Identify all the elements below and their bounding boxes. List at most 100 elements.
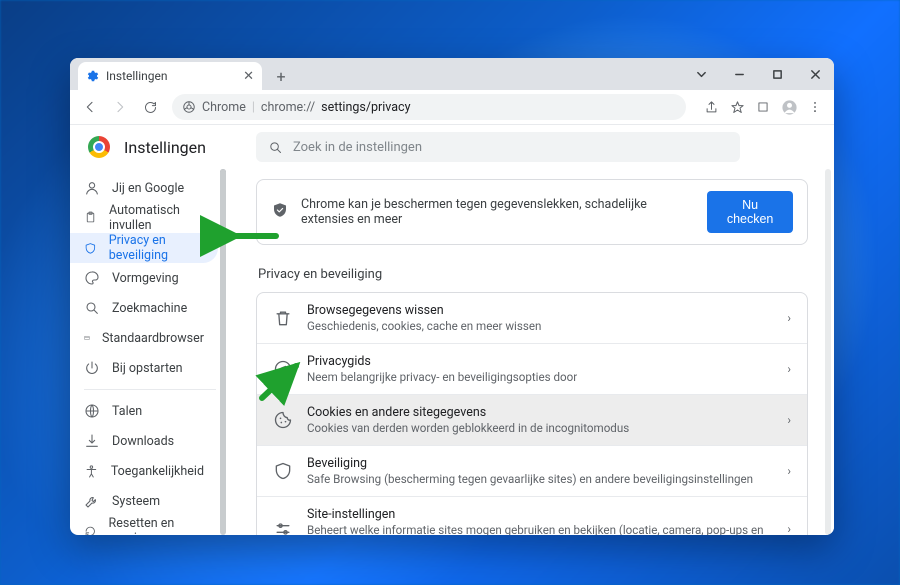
row-subtitle: Cookies van derden worden geblokkeerd in… bbox=[307, 421, 773, 435]
sidebar-item-on-startup[interactable]: Bij opstarten bbox=[70, 353, 218, 383]
row-security[interactable]: BeveiligingSafe Browsing (bescherming te… bbox=[257, 445, 807, 496]
check-now-button[interactable]: Nu checken bbox=[707, 191, 793, 233]
row-title: Cookies en andere sitegegevens bbox=[307, 405, 773, 420]
browser-toolbar: Chrome | chrome://settings/privacy bbox=[70, 90, 834, 125]
chrome-logo-icon bbox=[88, 136, 110, 158]
chevron-right-icon: › bbox=[787, 413, 791, 427]
sidebar-item-languages[interactable]: Talen bbox=[70, 396, 218, 426]
wrench-icon bbox=[84, 493, 100, 509]
gear-icon bbox=[86, 69, 100, 83]
download-icon bbox=[84, 433, 100, 449]
settings-search[interactable]: Zoek in de instellingen bbox=[256, 132, 740, 162]
sidebar-item-system[interactable]: Systeem bbox=[70, 486, 218, 516]
chevron-right-icon: › bbox=[787, 522, 791, 535]
titlebar: Instellingen ✕ + bbox=[70, 58, 834, 90]
browser-icon bbox=[84, 330, 90, 346]
compass-icon bbox=[273, 359, 293, 379]
maximize-button[interactable] bbox=[758, 58, 796, 90]
bookmark-icon[interactable] bbox=[724, 94, 750, 120]
sidebar-item-label: Zoekmachine bbox=[112, 301, 187, 316]
profile-icon[interactable] bbox=[776, 94, 802, 120]
settings-header: Instellingen Zoek in de instellingen bbox=[70, 125, 834, 169]
row-title: Browsegegevens wissen bbox=[307, 303, 773, 318]
accessibility-icon bbox=[84, 463, 99, 479]
sidebar-item-label: Privacy en beveiliging bbox=[109, 233, 204, 263]
search-placeholder: Zoek in de instellingen bbox=[293, 140, 422, 155]
sidebar-item-label: Downloads bbox=[112, 434, 174, 449]
page-title: Instellingen bbox=[124, 138, 206, 157]
sidebar-item-label: Bij opstarten bbox=[112, 361, 183, 376]
settings-sidebar: Jij en Google Automatisch invullen Priva… bbox=[70, 169, 230, 535]
shield-icon bbox=[84, 240, 97, 256]
security-icon bbox=[273, 461, 293, 481]
extensions-icon[interactable] bbox=[750, 94, 776, 120]
sidebar-item-you-and-google[interactable]: Jij en Google bbox=[70, 173, 218, 203]
sidebar-item-autofill[interactable]: Automatisch invullen bbox=[70, 203, 218, 233]
kebab-menu-icon[interactable] bbox=[802, 94, 828, 120]
row-subtitle: Geschiedenis, cookies, cache en meer wis… bbox=[307, 319, 773, 333]
sidebar-separator bbox=[84, 389, 216, 390]
clipboard-icon bbox=[84, 210, 97, 226]
row-title: Site-instellingen bbox=[307, 507, 773, 522]
new-tab-button[interactable]: + bbox=[268, 63, 294, 89]
scheme-label: Chrome bbox=[202, 100, 246, 115]
sidebar-item-accessibility[interactable]: Toegankelijkheid bbox=[70, 456, 218, 486]
search-icon bbox=[268, 140, 283, 155]
row-privacy-guide[interactable]: PrivacygidsNeem belangrijke privacy- en … bbox=[257, 343, 807, 394]
row-clear-browsing-data[interactable]: Browsegegevens wissenGeschiedenis, cooki… bbox=[257, 293, 807, 343]
browser-tab[interactable]: Instellingen ✕ bbox=[78, 62, 262, 90]
sidebar-item-appearance[interactable]: Vormgeving bbox=[70, 263, 218, 293]
site-identity: Chrome bbox=[182, 100, 246, 115]
sidebar-item-reset[interactable]: Resetten en opruimen bbox=[70, 516, 218, 535]
forward-button[interactable] bbox=[106, 93, 134, 121]
privacy-settings-panel: Browsegegevens wissenGeschiedenis, cooki… bbox=[256, 292, 808, 535]
row-title: Privacygids bbox=[307, 354, 773, 369]
url-host: chrome:// bbox=[261, 100, 315, 115]
sidebar-item-downloads[interactable]: Downloads bbox=[70, 426, 218, 456]
tab-title: Instellingen bbox=[106, 69, 167, 83]
sidebar-item-default-browser[interactable]: Standaardbrowser bbox=[70, 323, 218, 353]
search-icon bbox=[84, 300, 100, 316]
reload-button[interactable] bbox=[136, 93, 164, 121]
row-site-settings[interactable]: Site-instellingenBeheert welke informati… bbox=[257, 496, 807, 535]
window-dropdown-icon[interactable] bbox=[682, 58, 720, 90]
trash-icon bbox=[273, 308, 293, 328]
sidebar-item-search-engine[interactable]: Zoekmachine bbox=[70, 293, 218, 323]
cookie-icon bbox=[273, 410, 293, 430]
settings-main: Chrome kan je beschermen tegen gegevensl… bbox=[230, 169, 834, 535]
palette-icon bbox=[84, 270, 100, 286]
row-title: Beveiliging bbox=[307, 456, 773, 471]
sidebar-item-label: Talen bbox=[112, 404, 142, 419]
sidebar-item-privacy[interactable]: Privacy en beveiliging bbox=[70, 233, 218, 263]
share-icon[interactable] bbox=[698, 94, 724, 120]
chevron-right-icon: › bbox=[787, 311, 791, 325]
sidebar-item-label: Jij en Google bbox=[112, 181, 184, 196]
sidebar-item-label: Toegankelijkheid bbox=[111, 464, 204, 479]
safety-check-banner: Chrome kan je beschermen tegen gegevensl… bbox=[256, 179, 808, 245]
banner-text: Chrome kan je beschermen tegen gegevensl… bbox=[301, 197, 695, 227]
sidebar-item-label: Resetten en opruimen bbox=[109, 516, 204, 535]
row-subtitle: Safe Browsing (bescherming tegen gevaarl… bbox=[307, 472, 773, 486]
address-bar[interactable]: Chrome | chrome://settings/privacy bbox=[172, 94, 686, 120]
sidebar-item-label: Automatisch invullen bbox=[109, 203, 204, 233]
url-path: settings/privacy bbox=[321, 100, 410, 115]
window-controls bbox=[682, 58, 834, 90]
page-content: Instellingen Zoek in de instellingen Jij… bbox=[70, 125, 834, 535]
section-title: Privacy en beveiliging bbox=[258, 267, 808, 282]
back-button[interactable] bbox=[76, 93, 104, 121]
sliders-icon bbox=[273, 519, 293, 535]
close-window-button[interactable] bbox=[796, 58, 834, 90]
row-subtitle: Beheert welke informatie sites mogen geb… bbox=[307, 523, 773, 535]
power-icon bbox=[84, 360, 100, 376]
shield-check-icon bbox=[271, 201, 289, 223]
globe-icon bbox=[84, 403, 100, 419]
chrome-window: Instellingen ✕ + Chrome | chrome://setti… bbox=[70, 58, 834, 535]
chevron-right-icon: › bbox=[787, 362, 791, 376]
minimize-button[interactable] bbox=[720, 58, 758, 90]
sidebar-item-label: Vormgeving bbox=[112, 271, 179, 286]
sidebar-item-label: Standaardbrowser bbox=[102, 331, 204, 346]
close-tab-icon[interactable]: ✕ bbox=[243, 69, 254, 84]
row-cookies[interactable]: Cookies en andere sitegegevensCookies va… bbox=[257, 394, 807, 445]
chevron-right-icon: › bbox=[787, 464, 791, 478]
reset-icon bbox=[84, 523, 97, 535]
